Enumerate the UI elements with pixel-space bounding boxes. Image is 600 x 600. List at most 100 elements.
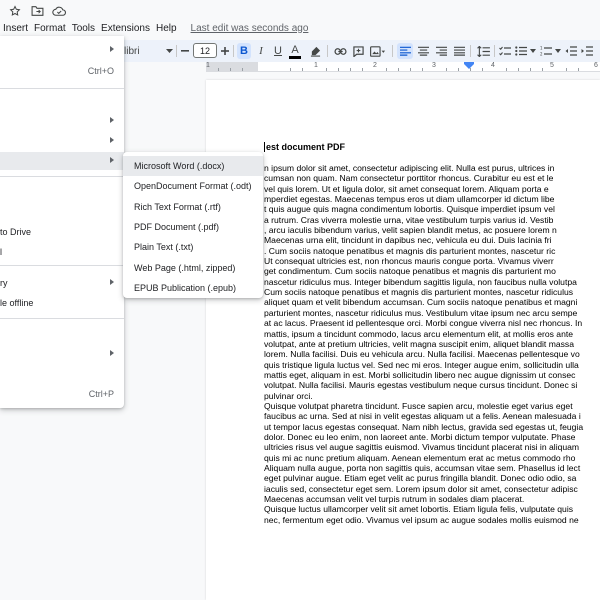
document-text-line: Quisque volutpat pharetra tincidunt. Fus…: [264, 400, 573, 411]
line-spacing-icon[interactable]: [474, 43, 492, 59]
align-right-icon[interactable]: [433, 43, 449, 59]
file-menu-item-download[interactable]: [0, 152, 124, 170]
download-pdf-option[interactable]: PDF Document (.pdf): [123, 217, 263, 237]
file-menu-item-email[interactable]: [0, 132, 124, 150]
document-text-line: n ipsum dolor sit amet, consectetur adip…: [264, 163, 555, 173]
file-menu-item-page-setup[interactable]: [0, 345, 124, 363]
menu-format[interactable]: Format: [34, 23, 72, 34]
underline-button[interactable]: U: [271, 43, 285, 59]
ruler-tick: [326, 68, 327, 71]
file-menu-item-label: le offline: [0, 298, 34, 308]
file-menu-item-print[interactable]: Ctrl+P: [0, 385, 124, 403]
last-edit-link[interactable]: Last edit was seconds ago: [191, 23, 309, 34]
font-family-dropdown[interactable]: libri: [124, 43, 164, 59]
download-epub-option[interactable]: EPUB Publication (.epub): [123, 278, 263, 298]
numbered-list-dropdown-icon[interactable]: [554, 43, 562, 59]
download-odt-option[interactable]: OpenDocument Format (.odt): [123, 176, 263, 196]
insert-image-icon[interactable]: [368, 43, 388, 59]
bulleted-list-icon[interactable]: [514, 43, 528, 59]
ruler-tick: [482, 68, 483, 71]
document-text-line: quis mi ac nunc pretium aliquam. Aenean …: [264, 452, 576, 463]
header-icons: [8, 3, 66, 19]
document-text-line: cumsan non quam. Nam consectetur porttit…: [264, 173, 554, 184]
download-html-option[interactable]: Web Page (.html, zipped): [123, 257, 263, 277]
ruler-tick: [386, 68, 387, 71]
download-rtf-option[interactable]: Rich Text Format (.rtf): [123, 197, 263, 217]
menu-extensions[interactable]: Extensions: [101, 23, 156, 34]
ruler-number: 6: [594, 62, 598, 69]
ruler-tick: [302, 68, 303, 71]
indent-marker-icon[interactable]: [464, 62, 474, 69]
document-body[interactable]: n ipsum dolor sit amet, consectetur adip…: [264, 163, 600, 525]
checklist-icon[interactable]: [497, 43, 513, 59]
document-text-line: ut tempor lacus egestas consequat. Nam n…: [264, 421, 584, 432]
text-color-label: A: [291, 43, 299, 56]
file-menu-item-trash[interactable]: l: [0, 243, 124, 261]
document-text-line: mattis eget, aliquam in est. Morbi solli…: [264, 369, 576, 380]
numbered-list-icon[interactable]: 12: [539, 43, 553, 59]
ruler-tick: [566, 68, 567, 71]
highlight-color-icon[interactable]: [307, 43, 323, 59]
submenu-arrow-icon: [110, 279, 114, 285]
file-menu-item-make-offline[interactable]: le offline: [0, 294, 124, 312]
document-text-line: nascetur ridiculus mus. Integer bibendum…: [264, 276, 577, 287]
bold-button[interactable]: B: [237, 43, 251, 59]
toolbar-divider: [176, 45, 177, 57]
insert-comment-icon[interactable]: [350, 43, 366, 59]
download-docx-option[interactable]: Microsoft Word (.docx): [123, 156, 263, 177]
file-menu-item-move-to-drive[interactable]: to Drive: [0, 223, 124, 241]
document-text-line: at ac lacus. Praesent id pellentesque or…: [264, 318, 583, 329]
font-family-label: libri: [124, 45, 140, 57]
submenu-arrow-icon: [110, 46, 114, 52]
file-menu-item-version-history[interactable]: ry: [0, 274, 124, 292]
cloud-status-icon[interactable]: [52, 4, 66, 18]
document-text-line: volutpat. Nulla facilisi. Mauris egestas…: [264, 380, 578, 391]
decrease-font-size-button[interactable]: [179, 43, 191, 59]
file-menu-item-label: l: [0, 247, 2, 257]
justify-icon[interactable]: [451, 43, 467, 59]
increase-font-size-button[interactable]: [219, 43, 231, 59]
move-to-folder-icon[interactable]: [30, 4, 44, 18]
ruler-number: 3: [432, 62, 436, 69]
menu-help[interactable]: Help: [156, 23, 183, 34]
file-menu-item-new[interactable]: [0, 41, 124, 59]
italic-button[interactable]: I: [254, 43, 268, 59]
ruler-tick: [338, 68, 339, 71]
menu-divider: [0, 265, 124, 266]
document-text-line: mattis, ipsum a tincidunt commodo, lacus…: [264, 328, 574, 339]
decrease-indent-icon[interactable]: [564, 43, 578, 59]
ruler-tick: [290, 68, 291, 71]
document-text-line: . Cum sociis natoque penatibus et magnis…: [264, 245, 556, 256]
ruler-tick: [578, 68, 579, 71]
document-text-line: get condimentum. Cum sociis natoque pena…: [264, 266, 556, 277]
toolbar-divider: [392, 45, 393, 57]
file-menu-item-share[interactable]: [0, 112, 124, 130]
align-left-icon[interactable]: [397, 43, 413, 59]
menu-tools[interactable]: Tools: [72, 23, 101, 34]
ruler-tick: [422, 68, 423, 71]
document-text-line: Aliquam nulla augue, porta non sagittis …: [264, 462, 581, 473]
align-center-icon[interactable]: [415, 43, 431, 59]
star-icon[interactable]: [8, 4, 22, 18]
ruler-tick: [398, 68, 399, 71]
document-text-line: mperdiet egestas. Maecenas tempus eros u…: [264, 194, 555, 205]
text-cursor: [264, 142, 265, 152]
menu-insert[interactable]: Insert: [3, 23, 34, 34]
increase-indent-icon[interactable]: [580, 43, 594, 59]
document-text-line: Cum sociis natoque penatibus et magnis d…: [264, 287, 574, 298]
submenu-arrow-icon: [110, 350, 114, 356]
menu-divider: [0, 88, 124, 89]
ruler-tick: [350, 68, 351, 71]
ruler-tick: [530, 68, 531, 71]
text-color-button[interactable]: A: [288, 43, 302, 59]
download-txt-option[interactable]: Plain Text (.txt): [123, 237, 263, 257]
document-heading[interactable]: est document PDF: [264, 142, 345, 152]
file-menu-item-open[interactable]: Ctrl+O: [0, 62, 124, 80]
font-dropdown-arrow-icon[interactable]: [164, 43, 174, 59]
file-menu-item-label: ry: [0, 278, 8, 288]
font-size-input[interactable]: 12: [193, 43, 217, 58]
bulleted-list-dropdown-icon[interactable]: [529, 43, 537, 59]
ruler-number: 4: [491, 62, 495, 69]
insert-link-icon[interactable]: [332, 43, 348, 59]
horizontal-ruler[interactable]: 1 1 2 3 4 5 6: [206, 62, 600, 72]
